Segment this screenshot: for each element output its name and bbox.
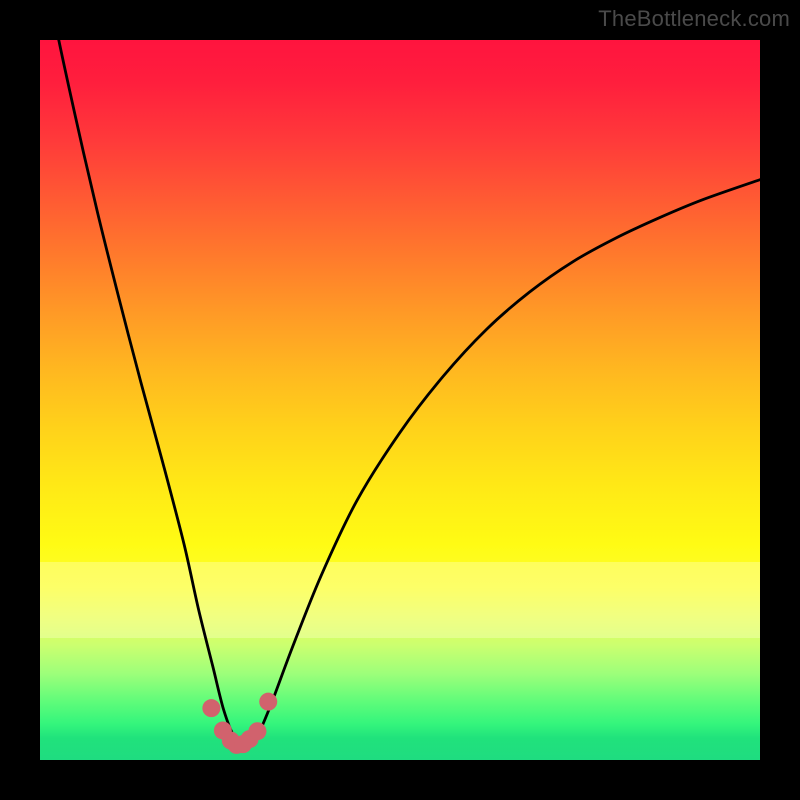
chart-frame: TheBottleneck.com: [0, 0, 800, 800]
plot-area: [40, 40, 760, 760]
marker-group: [202, 693, 277, 754]
curve-marker: [202, 699, 220, 717]
bottleneck-curve: [40, 40, 760, 745]
bottleneck-curve-path: [40, 40, 760, 745]
curve-layer: [40, 40, 760, 760]
curve-marker: [248, 722, 266, 740]
curve-marker: [259, 693, 277, 711]
attribution-text: TheBottleneck.com: [598, 6, 790, 32]
